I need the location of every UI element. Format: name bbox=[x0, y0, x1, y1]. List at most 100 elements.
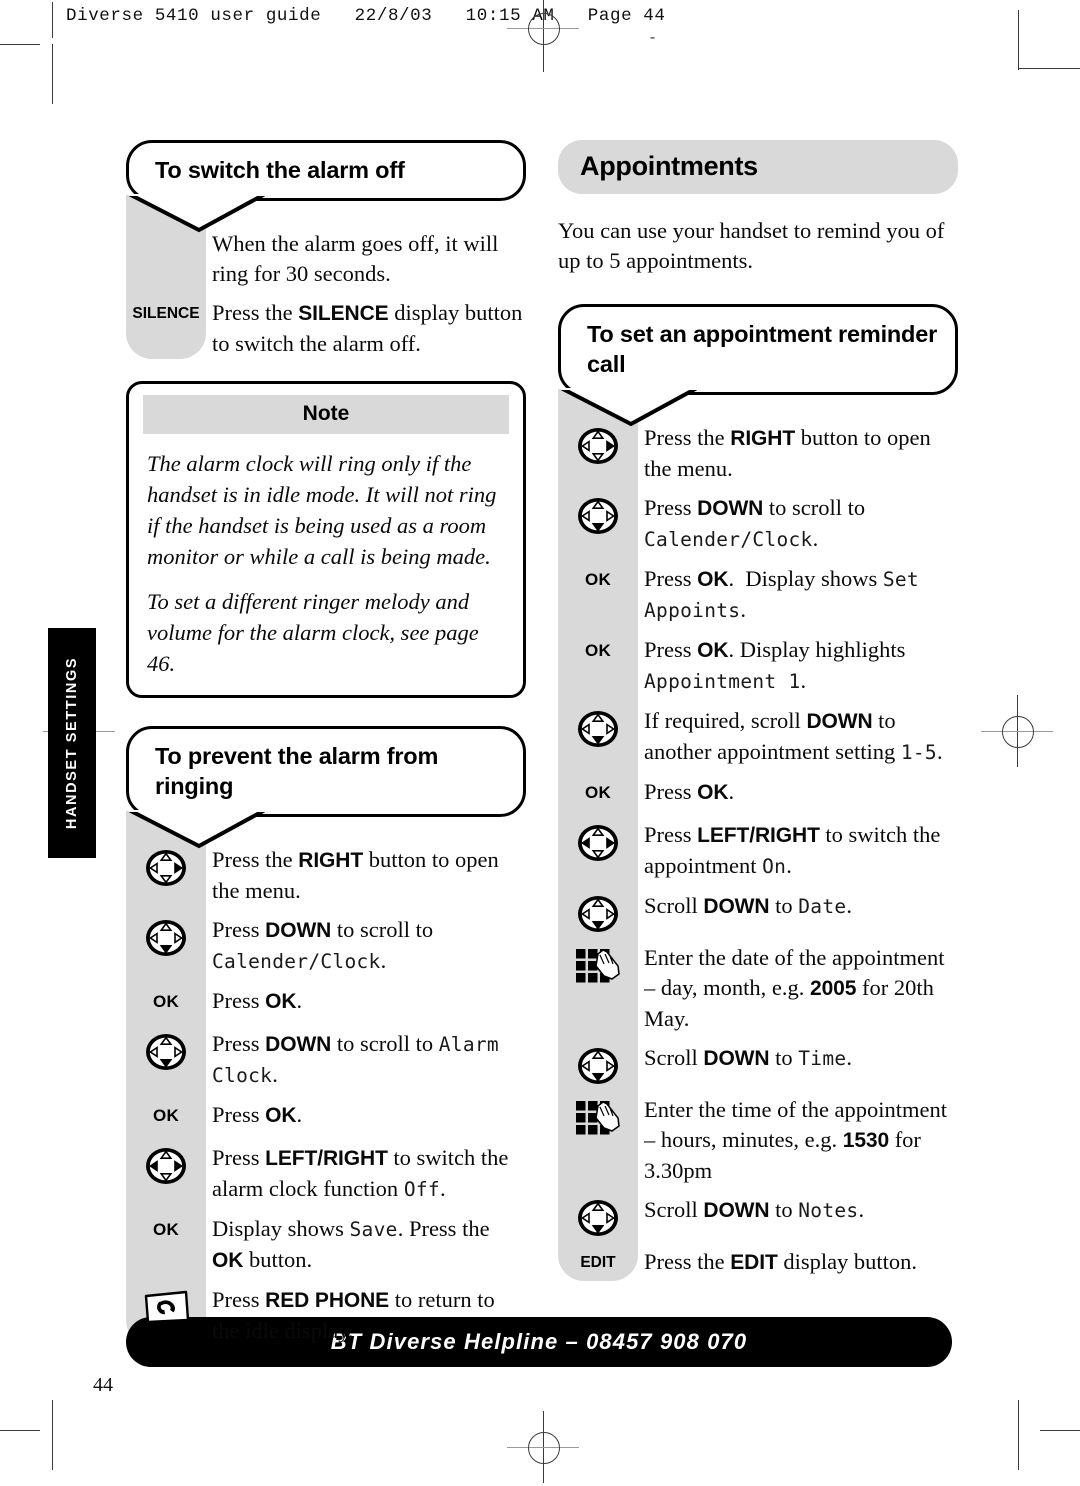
note-box: Note The alarm clock will ring only if t… bbox=[126, 381, 526, 698]
step-icon-label[interactable]: OK bbox=[126, 1214, 206, 1243]
step-icon-label[interactable]: OK bbox=[126, 986, 206, 1015]
step-text: Press DOWN to scroll to Alarm Clock. bbox=[212, 1031, 499, 1087]
instruction-step: Enter the date of the appointment – day,… bbox=[558, 943, 958, 1034]
steps-set-appointment-reminder: Press the RIGHT button to open the menu.… bbox=[558, 389, 958, 1281]
section-side-tab: HANDSET SETTINGS bbox=[48, 628, 96, 858]
prepress-rule bbox=[52, 2, 53, 38]
navpad-down-icon bbox=[146, 1034, 186, 1070]
step-icon-label[interactable]: EDIT bbox=[558, 1247, 638, 1276]
crop-mark-top-left-v bbox=[52, 44, 53, 104]
navpad-down-icon bbox=[146, 920, 186, 956]
step-icon-navpad-leftright bbox=[126, 1143, 206, 1186]
instruction-step: Press LEFT/RIGHT to switch the alarm clo… bbox=[126, 1143, 526, 1205]
bubble-tail-icon bbox=[129, 810, 265, 849]
heading-set-appointment-reminder: To set an appointment reminder call bbox=[558, 304, 958, 427]
step-text: Press the RIGHT button to open the menu. bbox=[212, 847, 499, 903]
note-paragraph: The alarm clock will ring only if the ha… bbox=[147, 451, 497, 569]
step-text: Scroll DOWN to Notes. bbox=[644, 1197, 865, 1222]
note-title: Note bbox=[143, 395, 509, 434]
step-icon-keypad bbox=[558, 1095, 638, 1140]
instruction-step: OK Press OK. bbox=[558, 777, 958, 811]
step-icon-label[interactable]: SILENCE bbox=[126, 298, 206, 327]
step-list-3: Press the RIGHT button to open the menu.… bbox=[558, 423, 958, 1281]
heading-text: Appointments bbox=[580, 151, 758, 181]
step-text: If required, scroll DOWN to another appo… bbox=[644, 708, 943, 764]
step-text: Press OK. Display highlights Appointment… bbox=[644, 637, 906, 693]
instruction-step: Press DOWN to scroll to Calender/Clock. bbox=[126, 915, 526, 977]
bubble-tail-icon bbox=[561, 388, 697, 427]
crop-mark-top-left-h bbox=[0, 44, 40, 45]
navpad-leftright-icon bbox=[146, 1148, 186, 1184]
instruction-step: OK Press OK. Display highlights Appointme… bbox=[558, 635, 958, 697]
step-icon-navpad-right bbox=[558, 423, 638, 466]
step-text: Enter the time of the appointment – hour… bbox=[644, 1097, 948, 1183]
step-text: Press LEFT/RIGHT to switch the alarm clo… bbox=[212, 1145, 509, 1201]
step-icon-navpad-down bbox=[126, 1029, 206, 1072]
crop-mark-top-right-h bbox=[1018, 68, 1080, 69]
navpad-down-icon bbox=[578, 711, 618, 747]
navpad-down-icon bbox=[578, 1048, 618, 1084]
step-text: Scroll DOWN to Date. bbox=[644, 893, 853, 918]
key-label-ok[interactable]: OK bbox=[585, 780, 611, 806]
crop-mark-bottom-right-v bbox=[1018, 1400, 1019, 1470]
step-icon-keypad bbox=[558, 943, 638, 988]
crop-mark-bottom-right-h bbox=[1040, 1430, 1080, 1431]
instruction-step: SILENCE Press the SILENCE display button … bbox=[126, 298, 526, 359]
instruction-step: OK Display shows Save. Press the OK butto… bbox=[126, 1214, 526, 1276]
instruction-step: Press RED PHONE to return to the idle di… bbox=[126, 1285, 526, 1346]
heading-text: To switch the alarm off bbox=[155, 157, 405, 183]
instruction-step: EDIT Press the EDIT display button. bbox=[558, 1247, 958, 1281]
step-icon-navpad-down bbox=[558, 706, 638, 749]
side-tab-label: HANDSET SETTINGS bbox=[64, 656, 80, 830]
instruction-step: Scroll DOWN to Date. bbox=[558, 891, 958, 934]
prepress-tiny-mark: - bbox=[648, 30, 658, 47]
step-icon-navpad-down bbox=[558, 891, 638, 934]
instruction-step: OK Press OK. bbox=[126, 1100, 526, 1134]
crop-mark-bottom-left-v bbox=[52, 1400, 53, 1470]
crop-mark-bottom-left-h bbox=[0, 1430, 40, 1431]
step-text: Press RED PHONE to return to the idle di… bbox=[212, 1287, 495, 1343]
instruction-step: Enter the time of the appointment – hour… bbox=[558, 1095, 958, 1186]
note-paragraph: To set a different ringer melody and vol… bbox=[147, 589, 479, 676]
instruction-step: OK Press OK. bbox=[126, 986, 526, 1020]
appointments-intro: You can use your handset to remind you o… bbox=[558, 218, 945, 273]
instruction-step: Scroll DOWN to Notes. bbox=[558, 1195, 958, 1238]
step-text: Press the RIGHT button to open the menu. bbox=[644, 425, 931, 481]
step-icon-label[interactable]: OK bbox=[558, 635, 638, 664]
step-icon-navpad-down bbox=[558, 493, 638, 536]
navpad-down-icon bbox=[578, 1200, 618, 1236]
key-label-ok[interactable]: OK bbox=[153, 1103, 179, 1129]
key-label-ok[interactable]: OK bbox=[585, 638, 611, 664]
step-text: Press LEFT/RIGHT to switch the appointme… bbox=[644, 822, 941, 878]
instruction-step: Press DOWN to scroll to Alarm Clock. bbox=[126, 1029, 526, 1091]
step-text: Press OK. Display shows Set Appoints. bbox=[644, 566, 919, 622]
bubble-tail-icon bbox=[129, 194, 265, 233]
instruction-step: Press the RIGHT button to open the menu. bbox=[126, 845, 526, 906]
key-label-edit[interactable]: EDIT bbox=[580, 1250, 615, 1276]
prepress-header: Diverse 5410 user guide 22/8/03 10:15 AM… bbox=[66, 6, 666, 26]
key-label-ok[interactable]: OK bbox=[153, 989, 179, 1015]
step-icon-label[interactable]: OK bbox=[126, 1100, 206, 1129]
heading-switch-alarm-off: To switch the alarm off bbox=[126, 140, 526, 233]
instruction-step: Press the RIGHT button to open the menu. bbox=[558, 423, 958, 484]
key-label-ok[interactable]: OK bbox=[153, 1217, 179, 1243]
step-text: Press OK. bbox=[644, 779, 735, 804]
navpad-right-icon bbox=[578, 428, 618, 464]
key-label-silence[interactable]: SILENCE bbox=[132, 301, 199, 327]
instruction-step: Scroll DOWN to Time. bbox=[558, 1043, 958, 1086]
left-column: To switch the alarm off When the alarm g… bbox=[126, 140, 526, 1355]
step-text: Press the EDIT display button. bbox=[644, 1249, 918, 1274]
keypad-icon bbox=[576, 1101, 620, 1135]
right-column: Appointments You can use your handset to… bbox=[558, 140, 958, 1290]
step-icon-label[interactable]: OK bbox=[558, 777, 638, 806]
step-text: Enter the date of the appointment – day,… bbox=[644, 945, 945, 1031]
step-icon-label[interactable]: OK bbox=[558, 564, 638, 593]
instruction-step: If required, scroll DOWN to another appo… bbox=[558, 706, 958, 768]
step-text: Press OK. bbox=[212, 988, 303, 1013]
step-icon-navpad-leftright bbox=[558, 820, 638, 863]
heading-text: To prevent the alarm from ringing bbox=[155, 743, 439, 799]
key-label-ok[interactable]: OK bbox=[585, 567, 611, 593]
page-number: 44 bbox=[93, 1374, 113, 1396]
step-text: When the alarm goes off, it will ring fo… bbox=[212, 231, 499, 286]
